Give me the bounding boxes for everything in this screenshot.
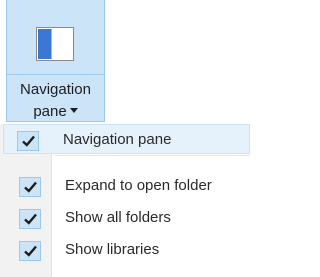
menu-item-label: Show all folders [65, 209, 171, 226]
menu-divider [55, 155, 250, 156]
menu-item-show-all-folders[interactable]: Show all folders [3, 203, 250, 233]
navigation-pane-label-line1: Navigation [20, 81, 91, 98]
navigation-pane-icon [36, 27, 74, 61]
navigation-pane-label-line2-text: pane [33, 103, 67, 120]
menu-item-expand-to-open-folder[interactable]: Expand to open folder [3, 171, 250, 201]
menu-item-show-libraries[interactable]: Show libraries [3, 235, 250, 265]
checkmark-icon [17, 131, 39, 151]
checkmark-icon [19, 177, 41, 197]
checkmark-icon [19, 241, 41, 261]
navigation-pane-split-button[interactable]: Navigation pane [6, 0, 105, 122]
chevron-down-icon [69, 107, 78, 113]
checkmark-icon [19, 209, 41, 229]
pane-icon-divider [51, 29, 52, 59]
menu-item-label: Show libraries [65, 241, 160, 258]
pane-icon-sidebar [38, 29, 51, 59]
menu-item-navigation-pane[interactable]: Navigation pane [3, 124, 250, 154]
navigation-pane-button-top[interactable] [7, 0, 104, 74]
navigation-pane-dropdown-trigger[interactable]: Navigation pane [7, 74, 104, 122]
navigation-pane-label-line2: pane [7, 101, 104, 123]
menu-item-label: Navigation pane [63, 131, 172, 148]
navigation-pane-dropdown-menu: Navigation pane Expand to open folder Sh… [0, 124, 250, 277]
menu-item-label: Expand to open folder [65, 177, 212, 194]
